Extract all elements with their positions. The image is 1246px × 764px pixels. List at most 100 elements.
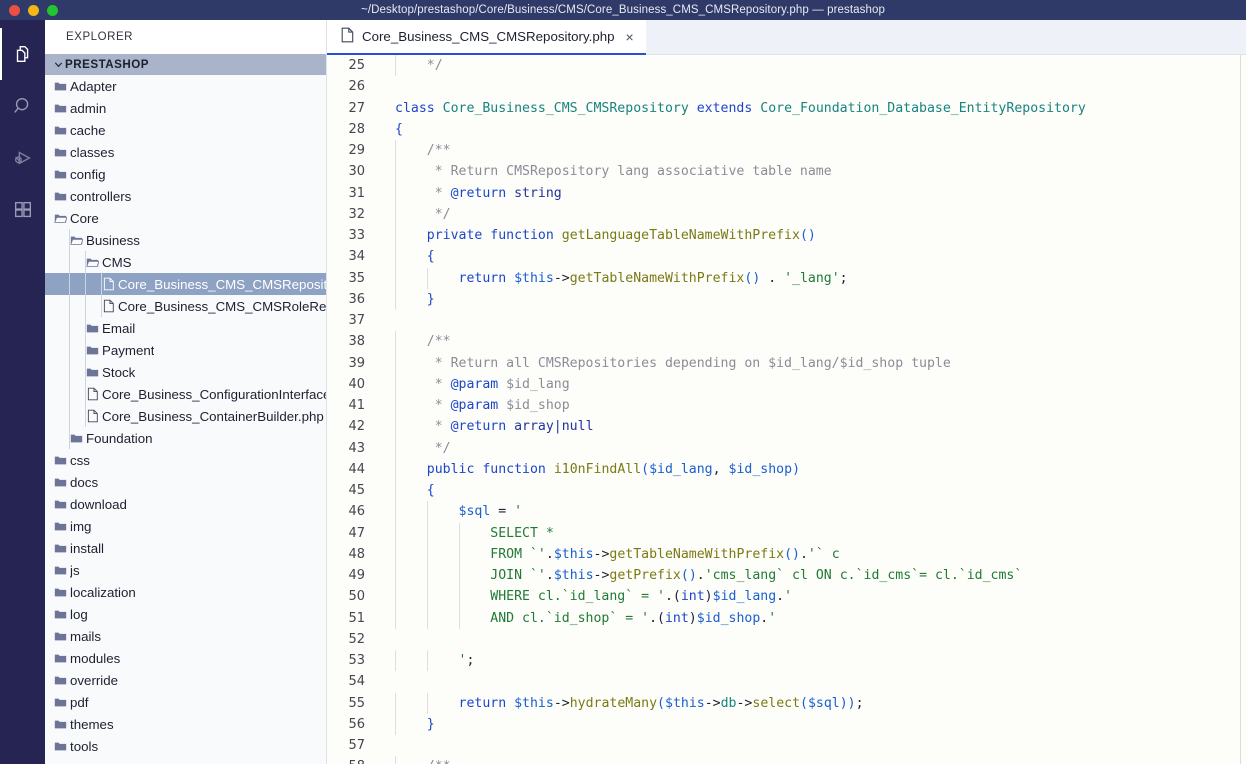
code-token: $this <box>514 695 554 711</box>
close-window-button[interactable] <box>9 4 20 16</box>
code-token: getPrefix <box>609 568 681 583</box>
code-token: * <box>395 398 451 413</box>
debug-icon[interactable] <box>0 132 45 184</box>
code-line: 46 $sql = ' <box>327 501 1246 523</box>
code-line: 30 * Return CMSRepository lang associati… <box>327 161 1246 183</box>
tree-folder-row[interactable]: Stock <box>45 361 326 383</box>
tree-folder-row[interactable]: controllers <box>45 185 326 207</box>
tree-folder-row[interactable]: cache <box>45 119 326 141</box>
tree-folder-row[interactable]: download <box>45 493 326 515</box>
folder-icon <box>51 80 70 93</box>
tree-folder-row[interactable]: Payment <box>45 339 326 361</box>
code-token: ' <box>784 589 793 605</box>
tree-item-label: install <box>70 540 104 556</box>
code-token: () <box>680 568 697 583</box>
maximize-window-button[interactable] <box>47 4 58 16</box>
line-number: 34 <box>348 249 365 265</box>
tree-folder-row[interactable]: Business <box>45 229 326 251</box>
line-number: 55 <box>348 695 365 711</box>
minimize-window-button[interactable] <box>28 4 39 16</box>
code-content: * Return all CMSRepositories depending o… <box>379 352 1246 374</box>
search-icon[interactable] <box>0 80 45 132</box>
folder-icon <box>51 102 70 115</box>
tree-file-row[interactable]: Core_Business_ContainerBuilder.php <box>45 405 326 427</box>
code-token: . <box>545 546 554 562</box>
code-token: FROM `' <box>395 546 546 562</box>
activity-bar <box>0 20 45 764</box>
indent-guide <box>395 713 396 735</box>
extensions-icon[interactable] <box>0 184 45 236</box>
code-token: * Return CMSRepository lang associative … <box>395 164 832 180</box>
tree-folder-row[interactable]: admin <box>45 97 326 119</box>
code-editor[interactable]: 25 */ 26 27 class Core_Business_CMS_CMSRepo… <box>327 55 1246 764</box>
tree-folder-row[interactable]: Adapter <box>45 75 326 97</box>
indent-guide <box>395 458 396 480</box>
tree-folder-row[interactable]: Core <box>45 207 326 229</box>
tree-folder-row[interactable]: localization <box>45 581 326 603</box>
tab-core-business-cms-cmsrepository[interactable]: Core_Business_CMS_CMSRepository.php × <box>327 20 646 55</box>
folder-icon <box>51 630 70 643</box>
tree-folder-row[interactable]: tools <box>45 735 326 757</box>
code-token: ( <box>657 695 665 711</box>
chevron-down-icon <box>51 59 65 70</box>
tree-folder-row[interactable]: docs <box>45 471 326 493</box>
tree-indent-guide <box>101 273 102 295</box>
indent-guide <box>395 288 396 310</box>
code-line: 51 AND cl.`id_shop` = '.(int)$id_shop.' <box>327 607 1246 629</box>
folder-icon <box>51 564 70 577</box>
code-line: 28 { <box>327 119 1246 140</box>
folder-icon <box>51 124 70 137</box>
tree-folder-row[interactable]: classes <box>45 141 326 163</box>
code-token: ( <box>641 461 650 477</box>
line-number: 53 <box>348 653 365 668</box>
tree-file-row[interactable]: Core_Business_CMS_CMSRoleRepos... <box>45 295 326 317</box>
code-token: /** <box>395 759 451 764</box>
tree-folder-row[interactable]: js <box>45 559 326 581</box>
code-token: ) <box>688 610 697 626</box>
tree-folder-row[interactable]: config <box>45 163 326 185</box>
explorer-sidebar: EXPLORER PRESTASHOP Adapter admin cache cla… <box>45 20 327 764</box>
tree-file-row[interactable]: Core_Business_CMS_CMSRepository... <box>45 273 326 295</box>
tree-folder-row[interactable]: img <box>45 515 326 537</box>
tree-folder-row[interactable]: modules <box>45 647 326 669</box>
code-token: return <box>458 270 515 286</box>
line-number: 39 <box>348 355 365 371</box>
code-token: .( <box>649 610 665 626</box>
tree-folder-row[interactable]: themes <box>45 713 326 735</box>
code-token: int <box>680 589 705 605</box>
code-token: () <box>744 270 761 286</box>
code-token: '` c <box>807 546 840 562</box>
code-token: $id_shop <box>498 398 570 413</box>
code-line: 50 WHERE cl.`id_lang` = '.(int)$id_lang.… <box>327 586 1246 608</box>
workspace-root-row[interactable]: PRESTASHOP <box>45 54 326 75</box>
explorer-icon[interactable] <box>0 28 45 80</box>
line-number: 48 <box>348 546 365 562</box>
tree-folder-row[interactable]: override <box>45 669 326 691</box>
tree-file-row[interactable]: Core_Business_ConfigurationInterface... <box>45 383 326 405</box>
tree-folder-row[interactable]: mails <box>45 625 326 647</box>
code-line: 53 '; <box>327 650 1246 672</box>
code-line: 54 <box>327 671 1246 692</box>
tree-folder-row[interactable]: Foundation <box>45 427 326 449</box>
folder-icon <box>51 740 70 753</box>
code-token: db <box>720 695 737 711</box>
code-token: ; <box>855 695 864 711</box>
code-token: * Return all CMSRepositories depending o… <box>395 355 951 371</box>
code-line: 35 return $this->getTableNameWithPrefix(… <box>327 267 1246 289</box>
indent-guide <box>426 650 428 672</box>
window-titlebar: ~/Desktop/prestashop/Core/Business/CMS/C… <box>0 0 1246 20</box>
code-token: /** <box>395 334 451 350</box>
tree-folder-row[interactable]: install <box>45 537 326 559</box>
close-icon[interactable]: × <box>626 30 634 44</box>
code-token: return <box>458 695 515 711</box>
tree-folder-row[interactable]: pdf <box>45 691 326 713</box>
code-line: 57 <box>327 735 1246 756</box>
tree-folder-row[interactable]: log <box>45 603 326 625</box>
tree-folder-row[interactable]: css <box>45 449 326 471</box>
tree-folder-row[interactable]: Email <box>45 317 326 339</box>
tree-folder-row[interactable]: CMS <box>45 251 326 273</box>
